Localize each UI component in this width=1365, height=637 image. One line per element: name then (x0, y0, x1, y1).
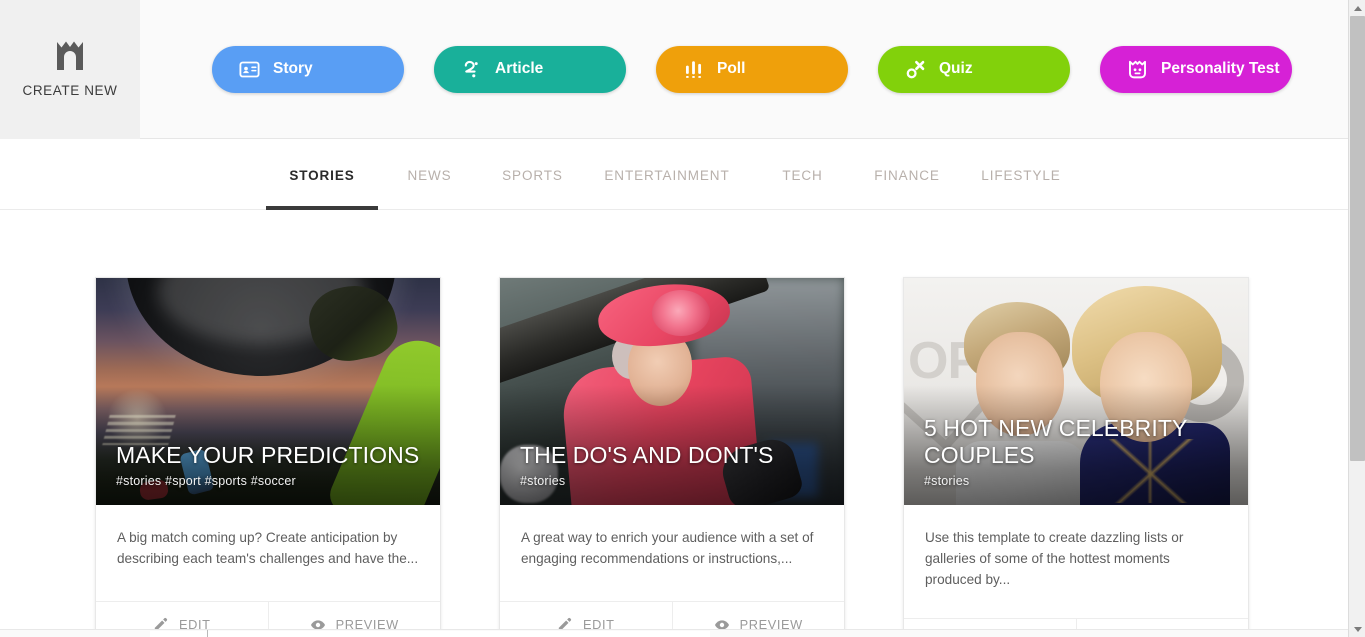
tab-entertainment-label: ENTERTAINMENT (604, 167, 730, 183)
card-title: THE DO'S AND DONT'S (520, 442, 774, 468)
create-article-label: Article (495, 60, 544, 77)
create-personality-test-label: Personality Test (1161, 60, 1280, 77)
app-root: CREATE NEW Story Article Poll Quiz Perso… (0, 0, 1365, 637)
tab-tech-label: TECH (782, 167, 823, 183)
tab-tech[interactable]: TECH (750, 140, 855, 210)
template-cards-row: MAKE YOUR PREDICTIONS #stories #sport #s… (95, 277, 1249, 637)
tab-stories[interactable]: STORIES (266, 140, 378, 210)
create-quiz-label: Quiz (939, 60, 973, 77)
create-personality-test-button[interactable]: Personality Test (1100, 45, 1292, 93)
create-story-label: Story (273, 60, 313, 77)
horizontal-scrollbar-tick (207, 630, 208, 637)
scroll-down-arrow-icon[interactable] (1349, 621, 1365, 637)
create-poll-button[interactable]: Poll (656, 45, 848, 93)
card-title: 5 HOT NEW CELEBRITY COUPLES (924, 415, 1188, 468)
card-media[interactable]: OPLE 5 HOT NEW CELEBRITY COUPLES #stori (904, 278, 1248, 505)
crown-icon (54, 41, 86, 76)
category-tabs: STORIES NEWS SPORTS ENTERTAINMENT TECH F… (0, 140, 1348, 210)
card-description: A big match coming up? Create anticipati… (117, 530, 419, 566)
create-new-label: CREATE NEW (22, 83, 118, 98)
card-media[interactable]: THE DO'S AND DONT'S #stories (500, 278, 844, 505)
personality-cat-icon (1126, 58, 1148, 80)
story-card-icon (238, 58, 260, 80)
card-tags: #stories #sport #sports #soccer (116, 474, 296, 488)
vertical-scrollbar-thumb[interactable] (1350, 16, 1365, 461)
card-tags: #stories (924, 474, 970, 488)
card-title: MAKE YOUR PREDICTIONS (116, 442, 420, 468)
category-tabs-bar: STORIES NEWS SPORTS ENTERTAINMENT TECH F… (0, 140, 1348, 210)
tab-sports[interactable]: SPORTS (481, 140, 584, 210)
card-media-text: 5 HOT NEW CELEBRITY COUPLES #stories (924, 415, 1234, 488)
tab-finance[interactable]: FINANCE (855, 140, 959, 210)
create-story-button[interactable]: Story (212, 45, 404, 93)
content-type-buttons: Story Article Poll Quiz Personality Test (140, 0, 1348, 138)
horizontal-scrollbar-thumb[interactable] (150, 631, 710, 637)
vertical-scrollbar[interactable] (1348, 0, 1365, 637)
template-grid: MAKE YOUR PREDICTIONS #stories #sport #s… (0, 211, 1348, 637)
tab-finance-label: FINANCE (874, 167, 940, 183)
tab-entertainment[interactable]: ENTERTAINMENT (584, 140, 750, 210)
card-tags: #stories (520, 474, 566, 488)
create-quiz-button[interactable]: Quiz (878, 45, 1070, 93)
tab-lifestyle-label: LIFESTYLE (981, 167, 1061, 183)
template-card[interactable]: OPLE 5 HOT NEW CELEBRITY COUPLES #stori (903, 277, 1249, 637)
template-card[interactable]: THE DO'S AND DONT'S #stories A great way… (499, 277, 845, 637)
rose-decoration (652, 290, 710, 336)
create-new-button[interactable]: CREATE NEW (0, 0, 140, 139)
article-icon (460, 58, 482, 80)
create-poll-label: Poll (717, 60, 746, 77)
template-card[interactable]: MAKE YOUR PREDICTIONS #stories #sport #s… (95, 277, 441, 637)
tab-stories-label: STORIES (289, 167, 355, 183)
scroll-up-arrow-icon[interactable] (1349, 0, 1365, 16)
card-media[interactable]: MAKE YOUR PREDICTIONS #stories #sport #s… (96, 278, 440, 505)
tab-news-label: NEWS (407, 167, 452, 183)
tab-sports-label: SPORTS (502, 167, 563, 183)
create-article-button[interactable]: Article (434, 45, 626, 93)
quiz-dot-x-icon (904, 58, 926, 80)
card-description: A great way to enrich your audience with… (521, 530, 814, 566)
card-description: Use this template to create dazzling lis… (925, 530, 1184, 587)
tab-lifestyle[interactable]: LIFESTYLE (959, 140, 1083, 210)
top-header: CREATE NEW Story Article Poll Quiz Perso… (0, 0, 1348, 139)
horizontal-scrollbar[interactable] (0, 629, 1348, 637)
card-media-text: THE DO'S AND DONT'S #stories (520, 442, 830, 488)
poll-bars-icon (682, 58, 704, 80)
card-media-text: MAKE YOUR PREDICTIONS #stories #sport #s… (116, 442, 426, 488)
tab-news[interactable]: NEWS (378, 140, 481, 210)
